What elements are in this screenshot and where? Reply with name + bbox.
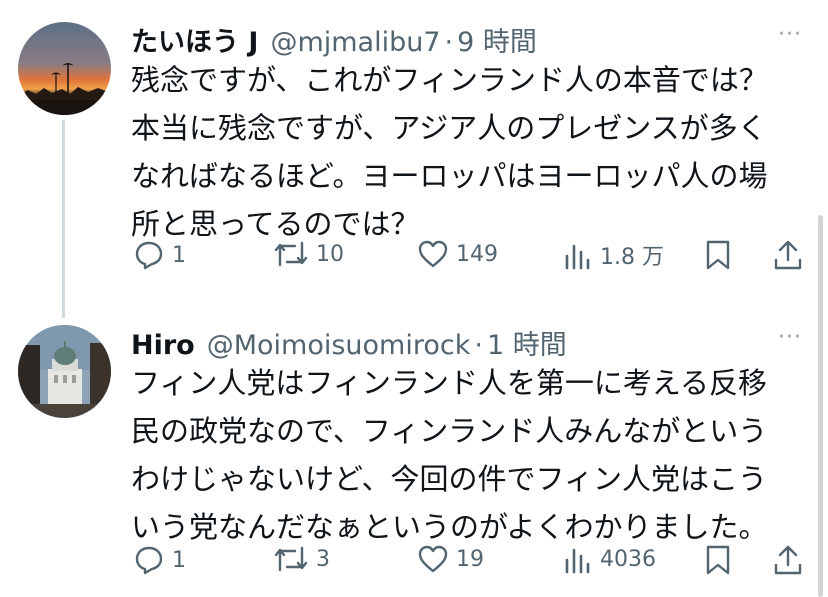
views-icon [565, 244, 590, 270]
more-options-button[interactable]: ··· [778, 22, 802, 47]
retweet-count: 3 [316, 546, 330, 572]
tweet-text-line: 残念ですが、これがフィンランド人の本音では？ [131, 63, 768, 97]
tweet-text-line: わけじゃないけど、今回の件でフィン人党はこう [131, 462, 767, 496]
tweet-actions: 1 3 19 4036 [131, 544, 811, 580]
like-button[interactable]: 149 [417, 239, 498, 269]
tweet-2[interactable]: Hiro @Moimoisuomirock · 1 時間 ··· フィン人党はフ… [0, 300, 828, 597]
share-button[interactable] [773, 239, 803, 271]
share-icon [774, 545, 802, 575]
reply-icon [135, 546, 163, 575]
reply-button[interactable]: 1 [133, 239, 186, 271]
views-icon [565, 548, 590, 574]
display-name[interactable]: Hiro [131, 330, 195, 361]
retweet-icon [274, 241, 308, 267]
like-count: 149 [456, 241, 498, 267]
retweet-button[interactable]: 3 [273, 544, 330, 574]
tweet-text: フィン人党はフィンランド人を第一に考える反移 民の政党なので、フィンランド人みん… [131, 359, 791, 551]
views-button[interactable]: 1.8 万 [563, 239, 664, 271]
display-name[interactable]: たいほう J [131, 20, 258, 59]
user-handle[interactable]: @mjmalibu7 [270, 27, 440, 58]
scrollbar[interactable] [818, 215, 823, 597]
avatar[interactable] [18, 325, 111, 418]
separator: · [444, 27, 454, 58]
separator: · [474, 330, 483, 361]
avatar[interactable] [18, 22, 111, 115]
views-count: 4036 [600, 546, 656, 572]
bookmark-button[interactable] [705, 544, 731, 576]
like-icon [418, 240, 448, 268]
bookmark-icon [706, 545, 730, 575]
share-icon [774, 240, 802, 270]
views-button[interactable]: 4036 [563, 544, 656, 574]
retweet-button[interactable]: 10 [273, 239, 344, 269]
reply-button[interactable]: 1 [133, 544, 186, 576]
tweet-text-line: フィン人党はフィンランド人を第一に考える反移 [131, 366, 767, 400]
timestamp[interactable]: 9 時間 [457, 20, 537, 59]
reply-count: 1 [172, 547, 186, 573]
tweet-text-line: 民の政党なので、フィンランド人みんながという [131, 414, 768, 448]
timestamp[interactable]: 1 時間 [487, 323, 567, 362]
tweet-actions: 1 10 149 1.8 万 [131, 239, 811, 275]
tweet-text-line: 本当に残念ですが、アジア人のプレゼンスが多く [131, 111, 767, 145]
tweet-text: 残念ですが、これがフィンランド人の本音では？ 本当に残念ですが、アジア人のプレゼ… [131, 56, 791, 248]
views-count: 1.8 万 [600, 245, 664, 270]
retweet-count: 10 [316, 241, 344, 267]
like-icon [418, 545, 448, 573]
reply-count: 1 [172, 242, 186, 268]
like-button[interactable]: 19 [417, 544, 484, 574]
user-handle[interactable]: @Moimoisuomirock [207, 330, 471, 361]
share-button[interactable] [773, 544, 803, 576]
reply-icon [135, 241, 163, 270]
tweet-text-line: なればなるほど。ヨーロッパはヨーロッパ人の場 [131, 159, 768, 193]
retweet-icon [274, 546, 308, 572]
tweet-1[interactable]: たいほう J @mjmalibu7 · 9 時間 ··· 残念ですが、これがフィ… [0, 0, 828, 300]
more-options-button[interactable]: ··· [778, 325, 802, 350]
bookmark-button[interactable] [705, 239, 731, 271]
bookmark-icon [706, 240, 730, 270]
tweet-header: Hiro @Moimoisuomirock · 1 時間 [131, 323, 567, 362]
like-count: 19 [456, 546, 484, 572]
tweet-header: たいほう J @mjmalibu7 · 9 時間 [131, 20, 537, 59]
